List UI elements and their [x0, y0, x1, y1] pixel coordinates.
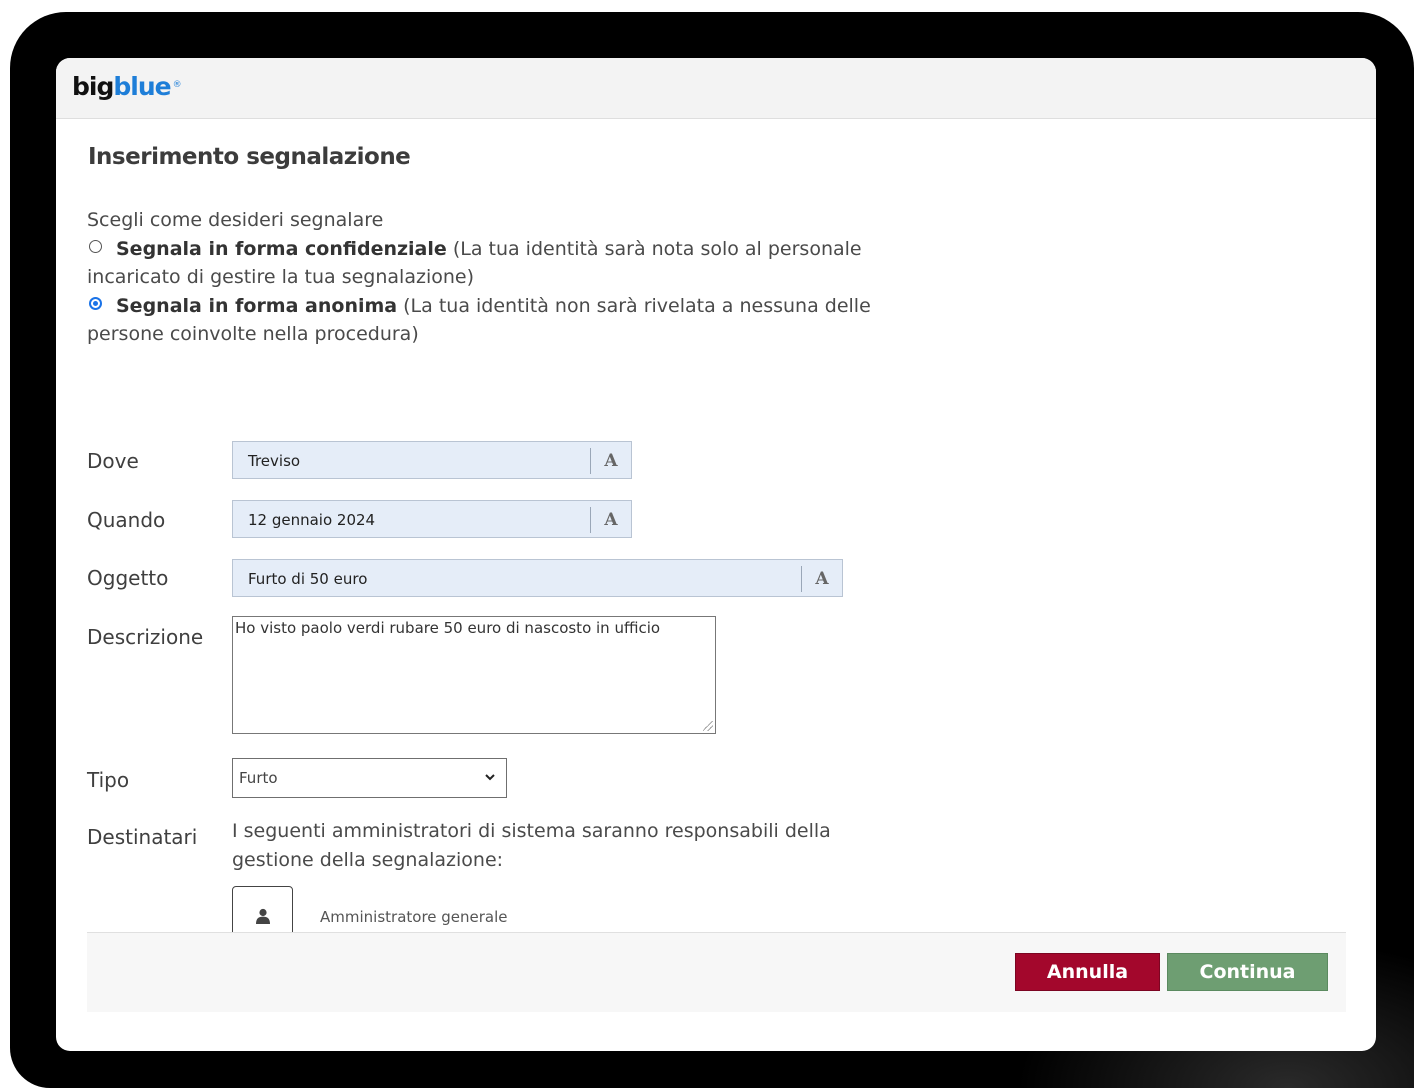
- user-icon: [256, 908, 270, 924]
- page-title: Inserimento segnalazione: [88, 144, 411, 170]
- option-anonymous-label: Segnala in forma anonima: [116, 294, 398, 317]
- bigblue-logo[interactable]: bigblue ®: [72, 70, 182, 104]
- oggetto-field[interactable]: Furto di 50 euro A: [232, 559, 843, 597]
- oggetto-value: Furto di 50 euro: [248, 570, 368, 588]
- option-confidential-label: Segnala in forma confidenziale: [116, 237, 447, 260]
- tipo-selected-value: Furto: [239, 769, 278, 787]
- form-footer: Annulla Continua: [87, 932, 1346, 1012]
- report-mode-group: Scegli come desideri segnalare Segnala i…: [87, 206, 917, 349]
- chevron-down-icon: [485, 774, 495, 781]
- destinatari-label: Destinatari: [87, 825, 198, 849]
- app-screen: bigblue ® Inserimento segnalazione Scegli…: [56, 58, 1376, 1051]
- cancel-button[interactable]: Annulla: [1015, 953, 1160, 991]
- quando-label: Quando: [87, 508, 166, 532]
- destinatari-description: I seguenti amministratori di sistema sar…: [232, 820, 831, 871]
- report-form: Scegli come desideri segnalare Segnala i…: [87, 172, 1346, 951]
- report-mode-prompt: Scegli come desideri segnalare: [87, 209, 384, 231]
- admin-name: Amministratore generale: [320, 908, 508, 926]
- radio-anonymous[interactable]: [89, 296, 102, 310]
- font-format-icon[interactable]: A: [590, 507, 631, 533]
- quando-value: 12 gennaio 2024: [248, 511, 376, 529]
- oggetto-label: Oggetto: [87, 566, 169, 590]
- logo-text-big: big: [72, 72, 114, 101]
- resize-grip-icon[interactable]: [703, 721, 713, 731]
- tipo-select[interactable]: Furto: [232, 758, 507, 798]
- top-bar: bigblue ®: [56, 58, 1376, 119]
- continue-button[interactable]: Continua: [1167, 953, 1328, 991]
- logo-registered-mark: ®: [172, 80, 182, 90]
- dove-label: Dove: [87, 449, 139, 473]
- dove-value: Treviso: [248, 452, 301, 470]
- font-format-icon[interactable]: A: [590, 448, 631, 474]
- descrizione-label: Descrizione: [87, 625, 204, 649]
- descrizione-textarea[interactable]: Ho visto paolo verdi rubare 50 euro di n…: [232, 616, 716, 734]
- radio-confidential[interactable]: [89, 239, 102, 253]
- option-anonymous[interactable]: Segnala in forma anonima (La tua identit…: [87, 292, 917, 349]
- font-format-icon[interactable]: A: [801, 566, 842, 592]
- descrizione-value: Ho visto paolo verdi rubare 50 euro di n…: [235, 619, 661, 637]
- dove-field[interactable]: Treviso A: [232, 441, 632, 479]
- option-confidential[interactable]: Segnala in forma confidenziale (La tua i…: [87, 235, 917, 292]
- logo-text-blue: blue: [113, 72, 171, 101]
- tipo-label: Tipo: [87, 768, 130, 792]
- quando-field[interactable]: 12 gennaio 2024 A: [232, 500, 632, 538]
